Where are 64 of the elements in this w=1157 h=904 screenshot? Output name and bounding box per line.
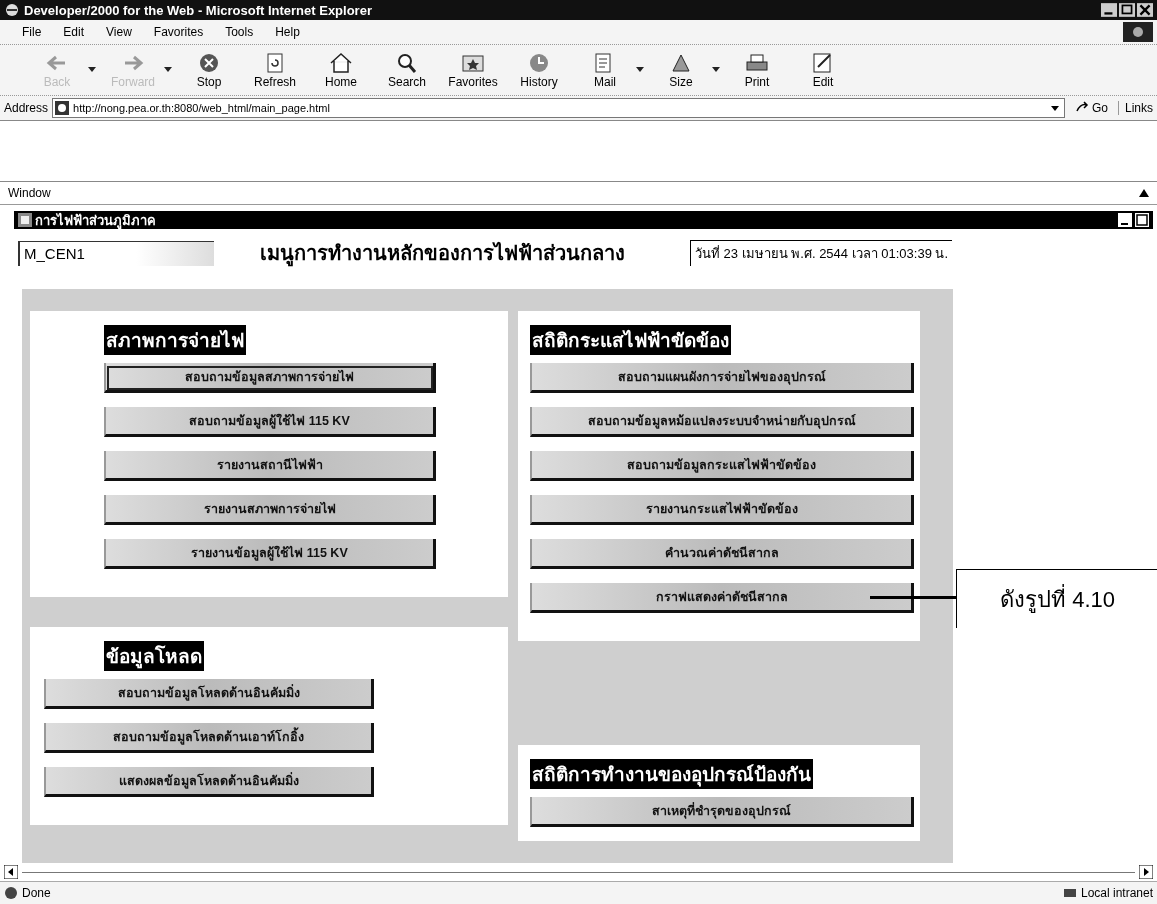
maximize-icon[interactable] (1119, 3, 1135, 17)
status-text: Done (22, 886, 51, 900)
menu-button[interactable]: สอบถามแผนผังการจ่ายไฟของอุปกรณ์ (530, 363, 914, 393)
callout-label: ดังรูปที่ 4.10 (956, 569, 1157, 628)
menu-button[interactable]: รายงานสภาพการจ่ายไฟ (104, 495, 436, 525)
menu-item[interactable]: Tools (225, 25, 254, 39)
menu-button[interactable]: รายงานกระแสไฟฟ้าขัดข้อง (530, 495, 914, 525)
menu-button[interactable]: รายงานข้อมูลผู้ใช้ไฟ 115 KV (104, 539, 436, 569)
toolbar-button[interactable]: Print (728, 51, 786, 89)
links-button[interactable]: Links (1118, 101, 1153, 115)
datetime-field: วันที่ 23 เมษายน พ.ศ. 2544 เวลา 01:03:39 น. (690, 240, 953, 266)
toolbar-button[interactable]: Favorites (444, 51, 502, 89)
menu-button[interactable]: แสดงผลข้อมูลโหลดด้านอินคัมมิ่ง (44, 767, 374, 797)
section-title: สภาพการจ่ายไฟ (104, 325, 246, 355)
minimize-icon[interactable] (1101, 3, 1117, 17)
menu-item[interactable]: Favorites (153, 25, 204, 39)
scroll-up-icon[interactable] (1139, 189, 1149, 197)
toolbar-button[interactable]: History (510, 51, 568, 89)
caret-icon[interactable] (712, 67, 720, 73)
menu-item[interactable]: Edit (63, 25, 85, 39)
maximize-icon[interactable] (1135, 213, 1149, 227)
menu-item[interactable]: View (106, 25, 132, 39)
page-icon (55, 101, 70, 115)
menu-item[interactable]: File (22, 25, 42, 39)
section-title: สถิติการทำงานของอุปกรณ์ป้องกัน (530, 759, 813, 789)
toolbar-button[interactable]: Home (312, 51, 370, 89)
menu-button[interactable]: สอบถามข้อมูลโหลดด้านเอาท์โกอิ้ง (44, 723, 374, 753)
app-icon (18, 213, 32, 227)
address-label: Address (4, 101, 49, 115)
menu-button[interactable]: สอบถามข้อมูลกระแสไฟฟ้าขัดข้อง (530, 451, 914, 481)
scroll-left-icon[interactable] (4, 865, 18, 879)
section-title: สถิติกระแสไฟฟ้าขัดข้อง (530, 325, 731, 355)
toolbar-button[interactable]: Size (652, 51, 710, 89)
menu-button[interactable]: สอบถามข้อมูลสภาพการจ่ายไฟ (104, 363, 436, 393)
browser-icon (4, 2, 20, 18)
address-field[interactable]: http://nong.pea.or.th:8080/web_html/main_page.html (52, 98, 1065, 118)
menu-button[interactable]: คำนวณค่าดัชนีสากล (530, 539, 914, 569)
toolbar-button[interactable]: Search (378, 51, 436, 89)
menu-button[interactable]: กราฟแสดงค่าดัชนีสากล (530, 583, 914, 613)
minimize-icon[interactable] (1118, 213, 1132, 227)
network-icon (1062, 886, 1077, 900)
form-heading: เมนูการทำงานหลักของการไฟฟ้าส่วนกลาง (260, 237, 680, 269)
menu-item[interactable]: Window (8, 186, 1139, 200)
window-title: Developer/2000 for the Web - Microsoft Internet Explorer (24, 2, 373, 18)
page-icon (4, 886, 18, 900)
menu-button[interactable]: สาเหตุที่ชำรุดของอุปกรณ์ (530, 797, 914, 827)
menu-button[interactable]: สอบถามข้อมูลโหลดด้านอินคัมมิ่ง (44, 679, 374, 709)
menu-button[interactable]: รายงานสถานีไฟฟ้า (104, 451, 436, 481)
menu-item[interactable]: Help (275, 25, 300, 39)
form-title: การไฟฟ้าส่วนภูมิภาค (35, 211, 157, 231)
menu-button[interactable]: สอบถามข้อมูลผู้ใช้ไฟ 115 KV (104, 407, 436, 437)
logo-icon (1123, 22, 1153, 42)
toolbar-button[interactable]: Mail (576, 51, 634, 89)
zone-text: Local intranet (1080, 886, 1153, 900)
section-title: ข้อมูลโหลด (104, 641, 204, 671)
scroll-right-icon[interactable] (1139, 865, 1153, 879)
toolbar-button[interactable]: Edit (794, 51, 852, 89)
close-icon[interactable] (1137, 3, 1153, 17)
form-code-field[interactable]: M_CEN1 (18, 240, 214, 266)
menu-button[interactable]: สอบถามข้อมูลหม้อแปลงระบบจำหน่ายกับอุปกรณ์ (530, 407, 914, 437)
toolbar-button[interactable]: Refresh (246, 51, 304, 89)
go-button[interactable]: Go (1068, 101, 1114, 115)
caret-icon[interactable] (636, 67, 644, 73)
toolbar-button[interactable]: Stop (180, 51, 238, 89)
